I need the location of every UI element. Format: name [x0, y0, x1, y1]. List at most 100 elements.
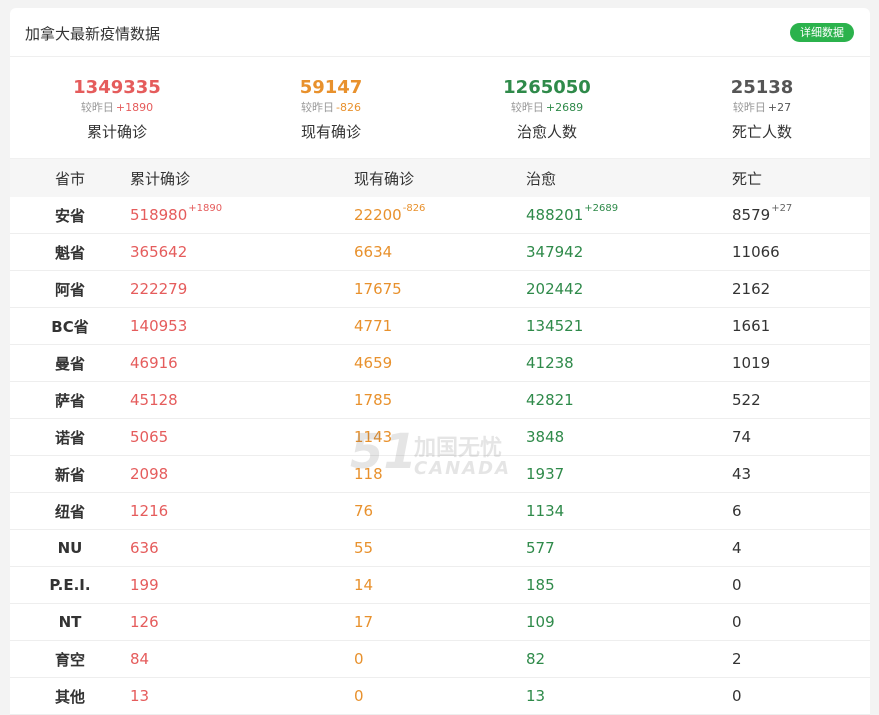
cell-deaths: 2 — [732, 641, 742, 677]
cell-recovered: 488201 +2689 — [526, 197, 618, 233]
cell-province: 新省 — [54, 465, 85, 484]
cell-total: 46916 — [130, 345, 178, 381]
cell-total-value: 2098 — [130, 465, 169, 483]
cell-recovered-value: 134521 — [526, 317, 584, 335]
table-row: P.E.I. 199 14 185 0 — [10, 567, 870, 604]
cell-recovered: 347942 — [526, 234, 583, 270]
cell-deaths-delta: +27 — [771, 202, 793, 214]
table-row: NU 636 55 577 4 — [10, 530, 870, 567]
cell-current-value: 0 — [354, 650, 364, 668]
cell-recovered: 577 — [526, 530, 555, 566]
cell-deaths-value: 0 — [732, 613, 742, 631]
cell-total-value: 45128 — [130, 391, 178, 409]
cell-current: 4771 — [354, 308, 392, 344]
cell-total-delta: +1890 — [188, 202, 223, 214]
cell-current-value: 17675 — [354, 280, 402, 298]
cell-province: 其他 — [54, 687, 85, 706]
cell-province: 诺省 — [54, 428, 85, 447]
stat-label: 累计确诊 — [86, 123, 147, 141]
summary-stats: 1349335 较昨日 +1890 累计确诊 59147 较昨日 -826 现有确诊… — [10, 57, 870, 159]
cell-recovered: 3848 — [526, 419, 564, 455]
cell-total-value: 126 — [130, 613, 159, 631]
cell-recovered: 134521 — [526, 308, 583, 344]
cell-province: 育空 — [54, 650, 85, 669]
cell-province: NT — [58, 613, 82, 631]
cell-deaths: 74 — [732, 419, 751, 455]
cell-total: 13 — [130, 678, 149, 714]
cell-current: 55 — [354, 530, 373, 566]
cell-deaths: 1019 — [732, 345, 770, 381]
cell-deaths: 8579 +27 — [732, 197, 792, 233]
cell-recovered: 1134 — [526, 493, 564, 529]
table-row: 萨省 45128 1785 42821 522 — [10, 382, 870, 419]
cell-current: 1785 — [354, 382, 392, 418]
cell-total-value: 84 — [130, 650, 150, 668]
cell-current: 1143 — [354, 419, 392, 455]
cell-deaths: 4 — [732, 530, 742, 566]
stat-delta: 较昨日 +1890 — [80, 101, 154, 114]
cell-province: 萨省 — [54, 391, 85, 410]
table-row: 新省 2098 118 1937 43 — [10, 456, 870, 493]
stat-value: 1349335 — [73, 77, 161, 98]
card-header: 加拿大最新疫情数据 详细数据 — [10, 8, 870, 57]
cell-current-value: 76 — [354, 502, 374, 520]
cell-deaths-value: 4 — [732, 539, 742, 557]
cell-total: 140953 — [130, 308, 187, 344]
header-current: 现有确诊 — [354, 169, 415, 188]
cell-recovered-value: 577 — [526, 539, 555, 557]
cell-current-value: 1785 — [354, 391, 393, 409]
cell-total: 199 — [130, 567, 159, 603]
cell-deaths: 6 — [732, 493, 742, 529]
cell-current: 4659 — [354, 345, 392, 381]
detail-data-button[interactable]: 详细数据 — [790, 23, 854, 42]
cell-recovered-value: 202442 — [526, 280, 584, 298]
cell-total-value: 199 — [130, 576, 159, 594]
table-body: 安省 518980 +1890 22200 -826 488201 +2689 8579 +27… — [10, 197, 870, 715]
cell-total: 1216 — [130, 493, 168, 529]
cell-current-value: 14 — [354, 576, 374, 594]
cell-deaths-value: 0 — [732, 576, 742, 594]
table-row: 诺省 5065 1143 3848 74 — [10, 419, 870, 456]
cell-recovered-value: 3848 — [526, 428, 565, 446]
stat-value: 59147 — [299, 77, 363, 98]
covid-data-card: 加拿大最新疫情数据 详细数据 1349335 较昨日 +1890 累计确诊 591… — [10, 8, 870, 715]
cell-total-value: 222279 — [130, 280, 188, 298]
stat-label: 治愈人数 — [516, 123, 577, 141]
cell-total-value: 140953 — [130, 317, 188, 335]
cell-total: 222279 — [130, 271, 187, 307]
cell-current-value: 1143 — [354, 428, 393, 446]
cell-deaths-value: 74 — [732, 428, 752, 446]
cell-current-value: 55 — [354, 539, 374, 557]
table-row: 曼省 46916 4659 41238 1019 — [10, 345, 870, 382]
cell-deaths-value: 1019 — [732, 354, 771, 372]
cell-total: 45128 — [130, 382, 178, 418]
cell-current: 17675 — [354, 271, 402, 307]
cell-recovered-value: 185 — [526, 576, 555, 594]
table-row: 其他 13 0 13 0 — [10, 678, 870, 715]
cell-recovered-value: 1937 — [526, 465, 565, 483]
cell-current-value: 6634 — [354, 243, 393, 261]
cell-recovered-value: 488201 — [526, 206, 584, 224]
cell-province: 安省 — [54, 206, 85, 225]
stat-value: 25138 — [730, 77, 794, 98]
cell-total-value: 1216 — [130, 502, 169, 520]
cell-recovered-delta: +2689 — [584, 202, 619, 214]
cell-current-value: 17 — [354, 613, 374, 631]
cell-current: 0 — [354, 678, 364, 714]
cell-deaths-value: 11066 — [732, 243, 780, 261]
cell-current-value: 0 — [354, 687, 364, 705]
stat-delta: 较昨日 +27 — [732, 101, 792, 114]
table-row: 育空 84 0 82 2 — [10, 641, 870, 678]
cell-recovered: 1937 — [526, 456, 564, 492]
stat-value: 1265050 — [503, 77, 591, 98]
cell-total: 365642 — [130, 234, 187, 270]
cell-current: 14 — [354, 567, 373, 603]
cell-province: 魁省 — [54, 243, 85, 262]
cell-recovered-value: 347942 — [526, 243, 584, 261]
cell-recovered-value: 42821 — [526, 391, 574, 409]
card-title: 加拿大最新疫情数据 — [25, 25, 161, 43]
cell-current-value: 4771 — [354, 317, 393, 335]
cell-current-value: 118 — [354, 465, 383, 483]
cell-province: 阿省 — [54, 280, 85, 299]
cell-deaths-value: 0 — [732, 687, 742, 705]
